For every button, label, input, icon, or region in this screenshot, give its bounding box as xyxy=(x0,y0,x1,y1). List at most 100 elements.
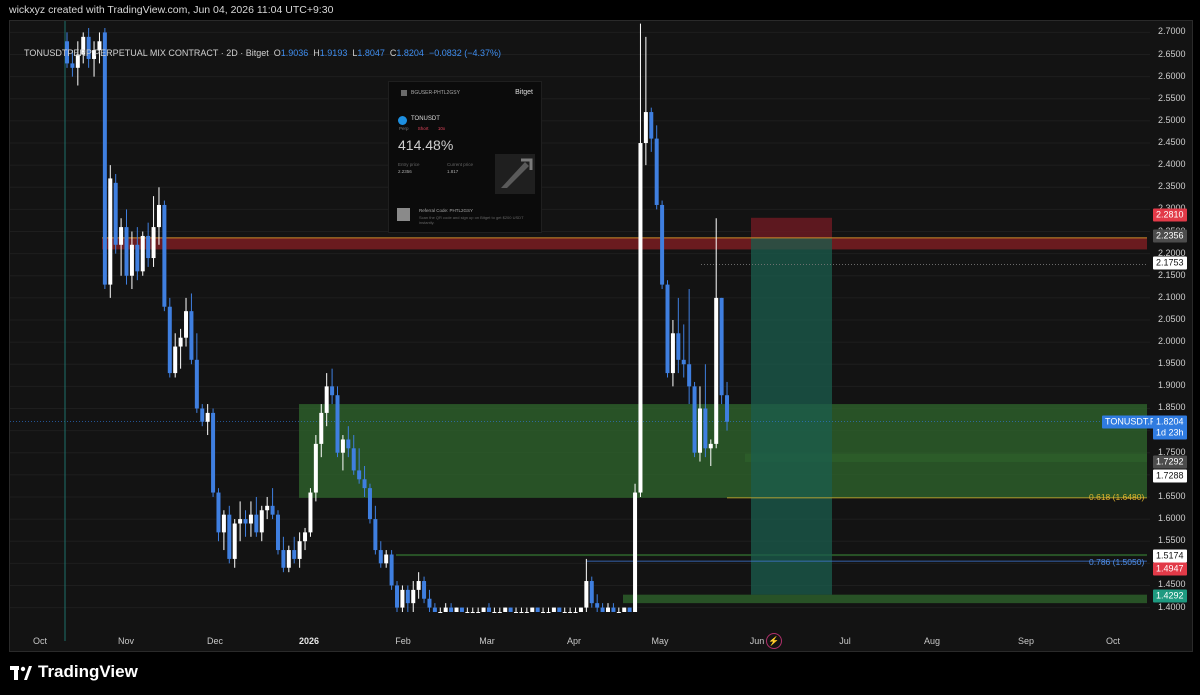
y-tick-label: 1.8500 xyxy=(1158,402,1186,413)
candle-body xyxy=(508,607,513,612)
y-tick-label: 2.4000 xyxy=(1158,159,1186,170)
screenshot-frame: wickxyz created with TradingView.com, Ju… xyxy=(0,0,1200,695)
y-tick-label: 1.6500 xyxy=(1158,490,1186,501)
tradingview-logo-icon xyxy=(10,665,32,680)
candle-body xyxy=(503,607,508,612)
candle-body xyxy=(367,488,372,520)
y-tick-label: 2.4500 xyxy=(1158,137,1186,148)
card-artwork xyxy=(495,154,535,194)
qr-code-icon xyxy=(397,208,410,221)
candle-body xyxy=(481,607,486,612)
candle-body xyxy=(573,612,578,613)
x-tick-label: Dec xyxy=(206,636,224,646)
candle-body xyxy=(427,598,432,608)
candle-body xyxy=(595,603,600,608)
candle-body xyxy=(449,607,454,612)
level-price-tag: 2.1753 xyxy=(1153,256,1187,270)
candle-body xyxy=(221,514,226,533)
y-tick-label: 2.0000 xyxy=(1158,336,1186,347)
candle-body xyxy=(524,612,529,613)
candle-body xyxy=(697,408,702,453)
candle-body xyxy=(265,505,270,511)
candle-body xyxy=(129,244,134,276)
candle-body xyxy=(173,346,178,374)
candle-body xyxy=(660,204,665,285)
candle-body xyxy=(665,284,670,374)
candle-body xyxy=(384,554,389,564)
candle-body xyxy=(459,607,464,612)
candle-body xyxy=(303,532,308,542)
candle-body xyxy=(335,395,340,453)
legend-high: 1.9193 xyxy=(319,48,348,58)
candle-body xyxy=(378,550,383,564)
candle-body xyxy=(476,612,481,613)
zone-demand xyxy=(299,404,1147,498)
candle-body xyxy=(259,510,264,533)
candle-body xyxy=(205,412,210,422)
x-tick-label: Mar xyxy=(479,636,495,646)
chart-panel[interactable]: TONUSDTPERP PERPETUAL MIX CONTRACT · 2D … xyxy=(9,20,1193,652)
x-tick-label: Apr xyxy=(566,636,582,646)
x-tick-label: Feb xyxy=(395,636,411,646)
candle-body xyxy=(519,612,524,613)
price-chart[interactable] xyxy=(10,21,1193,652)
x-tick-label: Oct xyxy=(32,636,48,646)
candle-body xyxy=(616,612,621,613)
candle-body xyxy=(362,479,367,489)
legend-change: −0.0832 (−4.37%) xyxy=(428,48,502,58)
candle-body xyxy=(313,443,318,493)
candle-body xyxy=(676,333,681,360)
candle-body xyxy=(681,359,686,365)
bitget-logo: Bitget xyxy=(515,89,533,96)
candle-body xyxy=(178,337,183,347)
level2-price-tag: 1.7292 xyxy=(1153,455,1187,469)
ton-coin-icon xyxy=(398,116,407,125)
y-tick-label: 2.6500 xyxy=(1158,48,1186,59)
candle-body xyxy=(184,311,189,338)
candle-body xyxy=(373,519,378,551)
x-tick-label: 2026 xyxy=(298,636,320,646)
legend-open-label: O xyxy=(273,48,281,58)
candle-body xyxy=(589,581,594,604)
brand-name: TradingView xyxy=(38,662,138,681)
legend-open: 1.9036 xyxy=(280,48,309,58)
candle-body xyxy=(351,448,356,471)
card-symbol: TONUSDT xyxy=(411,116,440,122)
candle-body xyxy=(535,607,540,612)
card-position-info: Perp Short 10x xyxy=(399,126,445,131)
candle-body xyxy=(719,297,724,396)
candle-body xyxy=(486,607,491,612)
candle-body xyxy=(389,554,394,586)
pnl-share-card: BGUSER-PHTL2GSY Bitget TONUSDT Perp Shor… xyxy=(388,81,542,233)
candle-body xyxy=(622,607,627,612)
y-tick-label: 1.4500 xyxy=(1158,579,1186,590)
candle-body xyxy=(248,514,253,524)
candle-body xyxy=(497,612,502,613)
candle-body xyxy=(670,333,675,374)
author-caption: wickxyz created with TradingView.com, Ju… xyxy=(9,4,334,16)
candle-body xyxy=(140,235,145,272)
candle-body xyxy=(541,612,546,613)
level5-price-tag: 1.4947 xyxy=(1153,562,1187,576)
candle-body xyxy=(633,492,638,612)
candle-body xyxy=(627,607,632,612)
candle-body xyxy=(254,514,259,533)
symbol-legend: TONUSDTPERP PERPETUAL MIX CONTRACT · 2D … xyxy=(24,48,501,58)
legend-low: 1.8047 xyxy=(357,48,385,58)
candle-body xyxy=(216,492,221,533)
candle-body xyxy=(454,607,459,612)
x-tick-label: Nov xyxy=(117,636,135,646)
lightning-icon[interactable]: ⚡ xyxy=(766,633,782,649)
zone-supply xyxy=(102,237,1147,250)
candle-body xyxy=(346,439,351,449)
card-leverage: 10x xyxy=(437,126,446,131)
legend-symbol[interactable]: TONUSDTPERP PERPETUAL MIX CONTRACT · 2D … xyxy=(24,48,269,58)
y-tick-label: 2.5500 xyxy=(1158,92,1186,103)
candle-body xyxy=(200,408,205,422)
y-tick-label: 1.9000 xyxy=(1158,380,1186,391)
candle-body xyxy=(135,244,140,272)
tradingview-brand[interactable]: TradingView xyxy=(10,662,138,682)
legend-close: 1.8204 xyxy=(396,48,424,58)
candle-body xyxy=(438,612,443,613)
stop-price-tag: 2.2810 xyxy=(1153,208,1187,222)
